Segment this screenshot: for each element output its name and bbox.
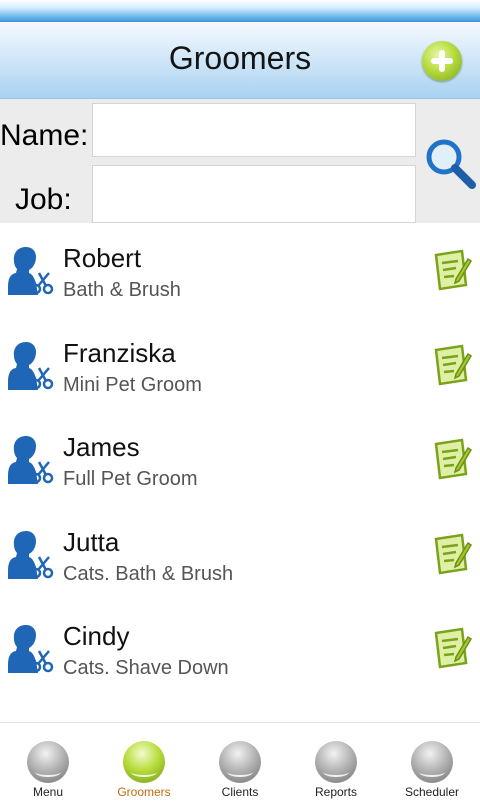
job-search-input[interactable]	[92, 165, 416, 223]
groomer-job: Cats. Shave Down	[63, 657, 229, 679]
groomer-row-james[interactable]: James Full Pet Groom	[0, 412, 480, 507]
groomer-avatar-icon	[8, 530, 54, 579]
tab-menu[interactable]: Menu	[0, 723, 96, 801]
groomer-avatar-icon	[8, 625, 54, 673]
sphere-icon	[27, 741, 69, 783]
groomer-name: Cindy	[63, 621, 130, 651]
edit-groomer-button[interactable]	[432, 533, 472, 575]
bottom-tab-bar: Menu Groomers Clients Reports Scheduler	[0, 722, 480, 801]
status-bar-strip	[0, 0, 480, 22]
groomer-avatar-icon	[8, 436, 54, 484]
app-header: Groomers	[0, 22, 480, 99]
tab-scheduler[interactable]: Scheduler	[384, 723, 480, 801]
groomer-avatar-icon	[8, 247, 54, 295]
add-groomer-button[interactable]	[422, 41, 462, 81]
groomer-name: James	[63, 432, 140, 462]
groomer-name: Franziska	[63, 337, 176, 368]
tab-label: Scheduler	[404, 785, 460, 799]
groomer-name: Robert	[63, 243, 142, 273]
edit-notepad-icon	[434, 344, 472, 385]
groomer-job: Bath & Brush	[63, 279, 181, 301]
edit-groomer-button[interactable]	[432, 249, 472, 291]
edit-notepad-icon	[434, 627, 472, 669]
sphere-icon	[219, 741, 261, 783]
edit-notepad-icon	[434, 533, 472, 574]
groomer-list: Robert Bath & Brush Franziska Mini Pet G…	[0, 223, 480, 696]
tab-clients[interactable]: Clients	[192, 723, 288, 801]
search-panel: Name: Job:	[0, 99, 480, 223]
edit-notepad-icon	[434, 438, 472, 480]
sphere-icon	[411, 741, 453, 783]
job-label: Job:	[15, 183, 72, 216]
sphere-icon	[123, 741, 165, 783]
tab-groomers[interactable]: Groomers	[96, 723, 192, 801]
groomer-job: Cats. Bath & Brush	[63, 562, 234, 585]
magnifier-icon	[426, 139, 476, 189]
groomer-job: Full Pet Groom	[63, 468, 198, 490]
tab-label: Groomers	[117, 785, 171, 799]
tab-reports[interactable]: Reports	[288, 723, 384, 801]
groomer-row-franziska[interactable]: Franziska Mini Pet Groom	[0, 318, 480, 413]
search-button[interactable]	[422, 135, 478, 191]
page-title: Groomers	[168, 40, 312, 76]
groomer-row-robert[interactable]: Robert Bath & Brush	[0, 223, 480, 318]
groomer-job: Mini Pet Groom	[63, 373, 202, 396]
groomer-avatar-icon	[8, 341, 54, 390]
edit-notepad-icon	[434, 249, 472, 291]
groomer-name: Jutta	[63, 526, 120, 557]
groomer-row-jutta[interactable]: Jutta Cats. Bath & Brush	[0, 507, 480, 602]
tab-label: Clients	[221, 785, 259, 799]
groomer-row-cindy[interactable]: Cindy Cats. Shave Down	[0, 601, 480, 696]
plus-icon-vertical	[439, 50, 445, 72]
name-label: Name:	[0, 119, 89, 152]
tab-label: Reports	[314, 785, 358, 799]
name-search-input[interactable]	[92, 103, 416, 157]
tab-label: Menu	[32, 785, 64, 799]
edit-groomer-button[interactable]	[432, 627, 472, 669]
sphere-icon	[315, 741, 357, 783]
edit-groomer-button[interactable]	[432, 438, 472, 480]
edit-groomer-button[interactable]	[432, 344, 472, 386]
